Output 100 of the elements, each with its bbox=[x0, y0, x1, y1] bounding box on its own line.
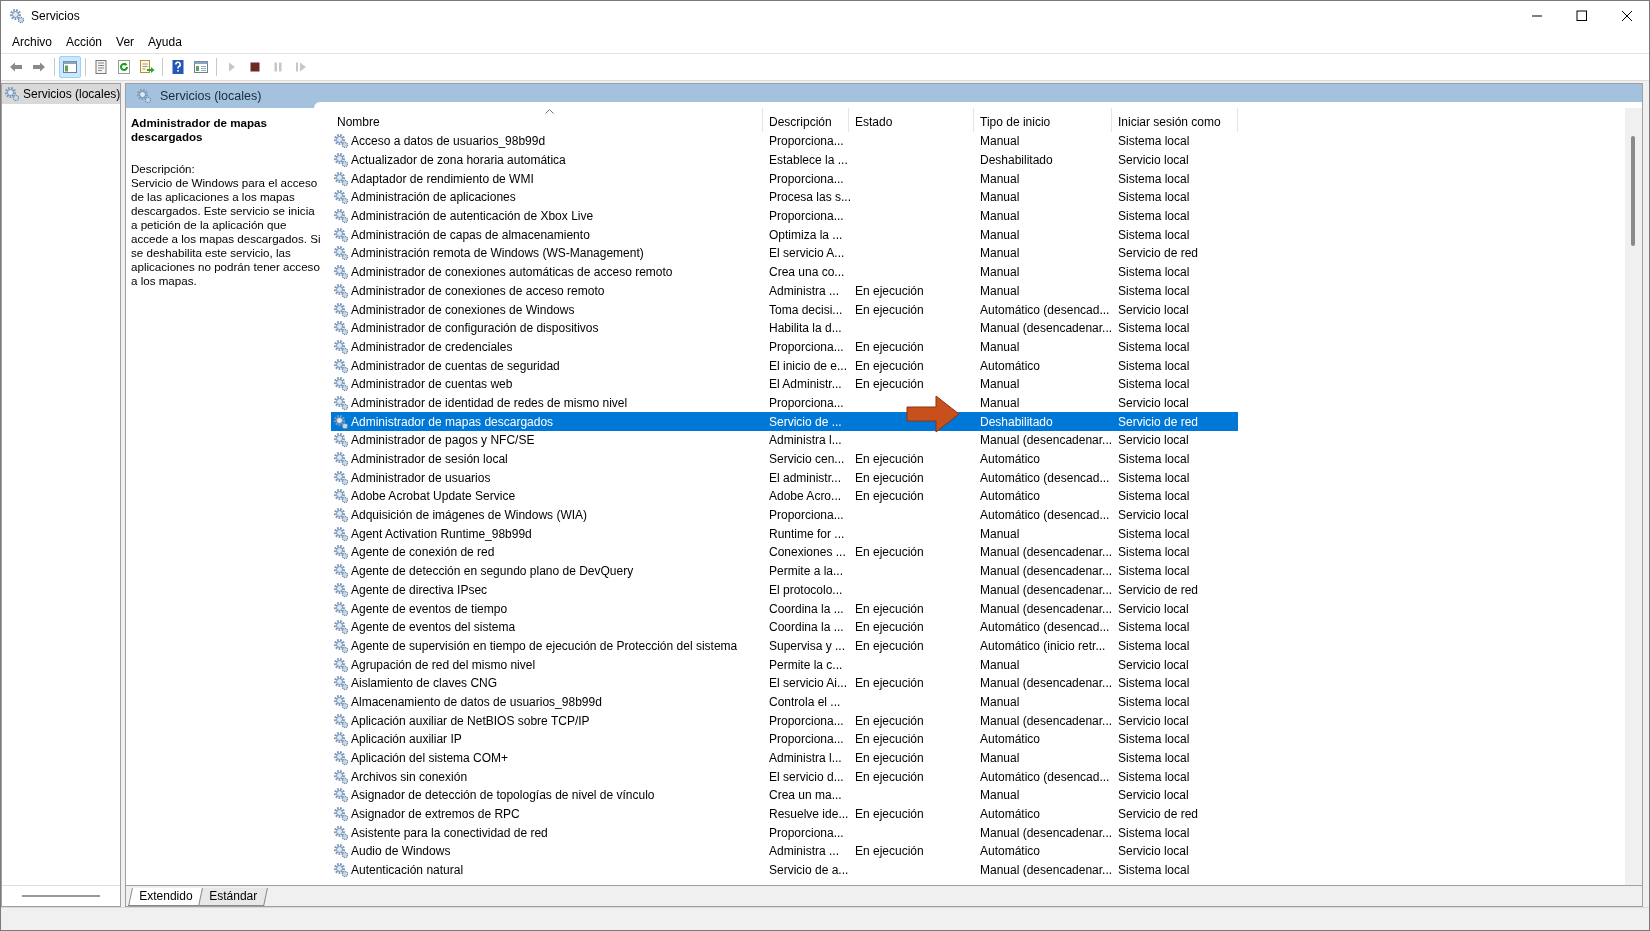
table-row[interactable]: Administración de autenticación de Xbox Live Proporciona... Manual Sistema local bbox=[331, 206, 1238, 226]
table-row[interactable]: Administración de aplicaciones Procesa las s... Manual Sistema local bbox=[331, 188, 1238, 207]
gear-icon bbox=[9, 8, 25, 24]
gear-icon bbox=[333, 768, 349, 785]
gear-icon bbox=[333, 693, 349, 710]
table-row[interactable]: Agente de directiva IPsec El protocolo... Manual (desencadenar... Servicio de red bbox=[331, 580, 1238, 600]
menu-item[interactable]: Archivo bbox=[5, 33, 59, 51]
table-row[interactable]: Aplicación del sistema COM+ Administra l... En ejecución Manual Sistema local bbox=[331, 748, 1238, 768]
table-cell-text: Habilita la d... bbox=[768, 321, 843, 336]
table-row[interactable]: Almacenamiento de datos de usuarios_98b99d Controla el ... Manual Sistema local bbox=[331, 692, 1238, 712]
table-row[interactable]: Agente de eventos de tiempo Coordina la ... En ejecución Manual (desencadenar... Servicio local bbox=[331, 599, 1238, 618]
column-header[interactable]: Iniciar sesión como bbox=[1112, 108, 1238, 132]
table-cell-text: Manual bbox=[979, 134, 1021, 149]
window-panel-icon bbox=[62, 59, 78, 75]
table-row[interactable]: Agente de detección en segundo plano de DevQuery Permite a la... Manual (desencadenar... Sistema local bbox=[331, 561, 1238, 581]
table-row[interactable]: Asignador de detección de topologías de nivel de vínculo Crea un ma... Manual Servicio local bbox=[331, 786, 1238, 805]
table-cell-text: En ejecución bbox=[854, 470, 925, 485]
table-cell-text: Proporciona... bbox=[768, 508, 845, 523]
view-tab[interactable]: Estándar bbox=[198, 888, 269, 906]
table-cell-text: El inicio de e... bbox=[768, 358, 849, 373]
table-cell-text: Sistema local bbox=[1117, 676, 1191, 691]
table-cell-text: Procesa las s... bbox=[768, 190, 849, 205]
table-row[interactable]: Administrador de usuarios El administr... En ejecución Automático (desencad... Sistema local bbox=[331, 468, 1238, 488]
scrollbar[interactable] bbox=[1625, 108, 1642, 885]
table-row[interactable]: Agente de eventos del sistema Coordina la ... En ejecución Automático (desencad... Sistema local bbox=[331, 617, 1238, 637]
table-row[interactable]: Adquisición de imágenes de Windows (WIA) Proporciona... Automático (desencad... Servicio local bbox=[331, 505, 1238, 525]
view-tab[interactable]: Extendido bbox=[128, 888, 204, 906]
table-cell-text: Proporciona... bbox=[768, 134, 845, 149]
window-list-icon bbox=[193, 59, 209, 75]
table-row[interactable]: Administrador de conexiones de Windows Toma decisi... En ejecución Automático (desencad... Servicio local bbox=[331, 300, 1238, 319]
service-name: Administración de capas de almacenamiento bbox=[351, 227, 590, 242]
table-row[interactable]: Aislamiento de claves CNG El servicio Ai... En ejecución Manual (desencadenar... Sistema local bbox=[331, 673, 1238, 693]
table-cell-text: Manual bbox=[979, 171, 1021, 186]
menu-item[interactable]: Ver bbox=[109, 33, 142, 51]
gear-icon bbox=[333, 656, 349, 673]
table-row[interactable]: Asistente para la conectividad de red Proporciona... Manual (desencadenar... Sistema local bbox=[331, 823, 1238, 843]
scrollbar-thumb[interactable] bbox=[1631, 136, 1635, 246]
table-cell-text: Automático (desencad... bbox=[979, 620, 1111, 635]
table-cell-text: En ejecución bbox=[854, 339, 925, 354]
table-cell-text: En ejecución bbox=[854, 452, 925, 467]
menu-item[interactable]: Acción bbox=[59, 33, 110, 51]
table-cell-text: Manual (desencadenar... bbox=[979, 564, 1112, 579]
table-cell-text: Sistema local bbox=[1117, 190, 1191, 205]
table-row[interactable]: Administrador de conexiones automáticas de acceso remoto Crea una co... Manual Sistema local bbox=[331, 262, 1238, 282]
table-cell-text: Manual (desencadenar... bbox=[979, 863, 1112, 878]
service-name: Adobe Acrobat Update Service bbox=[351, 489, 516, 504]
service-name: Agente de conexión de red bbox=[351, 545, 495, 560]
table-row[interactable]: Aplicación auxiliar IP Proporciona... En ejecución Automático Sistema local bbox=[331, 730, 1238, 749]
table-row[interactable]: Administrador de cuentas web El Administr... En ejecución Manual Sistema local bbox=[331, 374, 1238, 394]
service-name: Administrador de credenciales bbox=[351, 339, 513, 354]
table-row[interactable]: Administración remota de Windows (WS-Management) El servicio A... Manual Servicio de red bbox=[331, 244, 1238, 263]
service-name: Administrador de configuración de dispositivos bbox=[351, 321, 599, 336]
column-header[interactable]: Descripción bbox=[763, 108, 849, 132]
table-cell-text: En ejecución bbox=[854, 489, 925, 504]
table-row[interactable]: Archivos sin conexión El servicio d... En ejecución Automático (desencad... Sistema local bbox=[331, 767, 1238, 787]
table-row[interactable]: Autenticación natural Servicio de a... Manual (desencadenar... Sistema local bbox=[331, 860, 1238, 880]
table-cell-text: El servicio d... bbox=[768, 769, 845, 784]
table-cell-text: En ejecución bbox=[854, 302, 925, 317]
table-row[interactable]: Agent Activation Runtime_98b99d Runtime for ... Manual Sistema local bbox=[331, 524, 1238, 544]
table-row[interactable]: Administrador de identidad de redes de mismo nivel Proporciona... Manual Servicio local bbox=[331, 393, 1238, 413]
table-row[interactable]: Administrador de cuentas de seguridad El inicio de e... En ejecución Automático Sistema local bbox=[331, 356, 1238, 375]
table-cell-text: Sistema local bbox=[1117, 751, 1191, 766]
gear-icon bbox=[333, 170, 349, 187]
refresh-icon bbox=[116, 59, 132, 75]
table-cell-text: Servicio local bbox=[1117, 433, 1190, 448]
table-row[interactable]: Audio de Windows Administra ... En ejecución Automático Servicio local bbox=[331, 842, 1238, 861]
menu-item[interactable]: Ayuda bbox=[141, 33, 189, 51]
service-name: Acceso a datos de usuarios_98b99d bbox=[351, 134, 546, 149]
table-row[interactable]: Agente de conexión de red Conexiones ... En ejecución Manual (desencadenar... Sistema local bbox=[331, 543, 1238, 562]
table-row[interactable]: Agente de supervisión en tiempo de ejecución de Protección del sistema Supervisa y ... En ejecución Automático (inicio retr... Sistema local bbox=[331, 636, 1238, 656]
gear-icon bbox=[333, 357, 349, 374]
table-cell-text: Sistema local bbox=[1117, 358, 1191, 373]
window-panel-button[interactable] bbox=[59, 56, 81, 78]
service-name: Agrupación de red del mismo nivel bbox=[351, 657, 536, 672]
table-row[interactable]: Adaptador de rendimiento de WMI Proporciona... Manual Sistema local bbox=[331, 169, 1238, 189]
table-row[interactable]: Administrador de credenciales Proporciona... En ejecución Manual Sistema local bbox=[331, 337, 1238, 357]
table-cell-text: Manual bbox=[979, 190, 1021, 205]
table-row[interactable]: Administrador de conexiones de acceso remoto Administra ... En ejecución Manual Sistema local bbox=[331, 281, 1238, 301]
table-row[interactable]: Administrador de configuración de dispositivos Habilita la d... Manual (desencadenar... Sistema local bbox=[331, 318, 1238, 338]
export-list-icon bbox=[139, 59, 155, 75]
scrollbar[interactable] bbox=[22, 895, 100, 897]
service-name: Asignador de extremos de RPC bbox=[351, 807, 520, 822]
table-cell-text: Automático (desencad... bbox=[979, 302, 1111, 317]
table-cell-text: Servicio de red bbox=[1117, 582, 1200, 597]
tree-item[interactable]: Servicios (locales) bbox=[2, 84, 120, 104]
table-row[interactable]: Agrupación de red del mismo nivel Permite la c... Manual Servicio local bbox=[331, 655, 1238, 674]
table-row[interactable]: Acceso a datos de usuarios_98b99d Proporciona... Manual Sistema local bbox=[331, 132, 1238, 151]
column-header[interactable]: Estado bbox=[849, 108, 974, 132]
gear-icon bbox=[333, 245, 349, 262]
table-row[interactable]: Administrador de mapas descargados Servicio de ... Deshabilitado Servicio de red bbox=[331, 412, 1238, 431]
table-row[interactable]: Administrador de pagos y NFC/SE Administra l... Manual (desencadenar... Servicio local bbox=[331, 431, 1238, 450]
table-cell-text: Servicio de ... bbox=[768, 414, 843, 429]
table-row[interactable]: Aplicación auxiliar de NetBIOS sobre TCP/IP Proporciona... En ejecución Manual (desencadenar... Servicio local bbox=[331, 711, 1238, 730]
table-row[interactable]: Actualizador de zona horaria automática Establece la ... Deshabilitado Servicio local bbox=[331, 150, 1238, 170]
table-row[interactable]: Administración de capas de almacenamiento Optimiza la ... Manual Sistema local bbox=[331, 225, 1238, 245]
column-header[interactable]: Tipo de inicio bbox=[974, 108, 1112, 132]
table-row[interactable]: Adobe Acrobat Update Service Adobe Acro... En ejecución Automático Sistema local bbox=[331, 487, 1238, 506]
table-row[interactable]: Administrador de sesión local Servicio cen... En ejecución Automático Sistema local bbox=[331, 449, 1238, 469]
table-cell-text: En ejecución bbox=[854, 283, 925, 298]
table-row[interactable]: Asignador de extremos de RPC Resuelve ide... En ejecución Automático Servicio de red bbox=[331, 804, 1238, 824]
